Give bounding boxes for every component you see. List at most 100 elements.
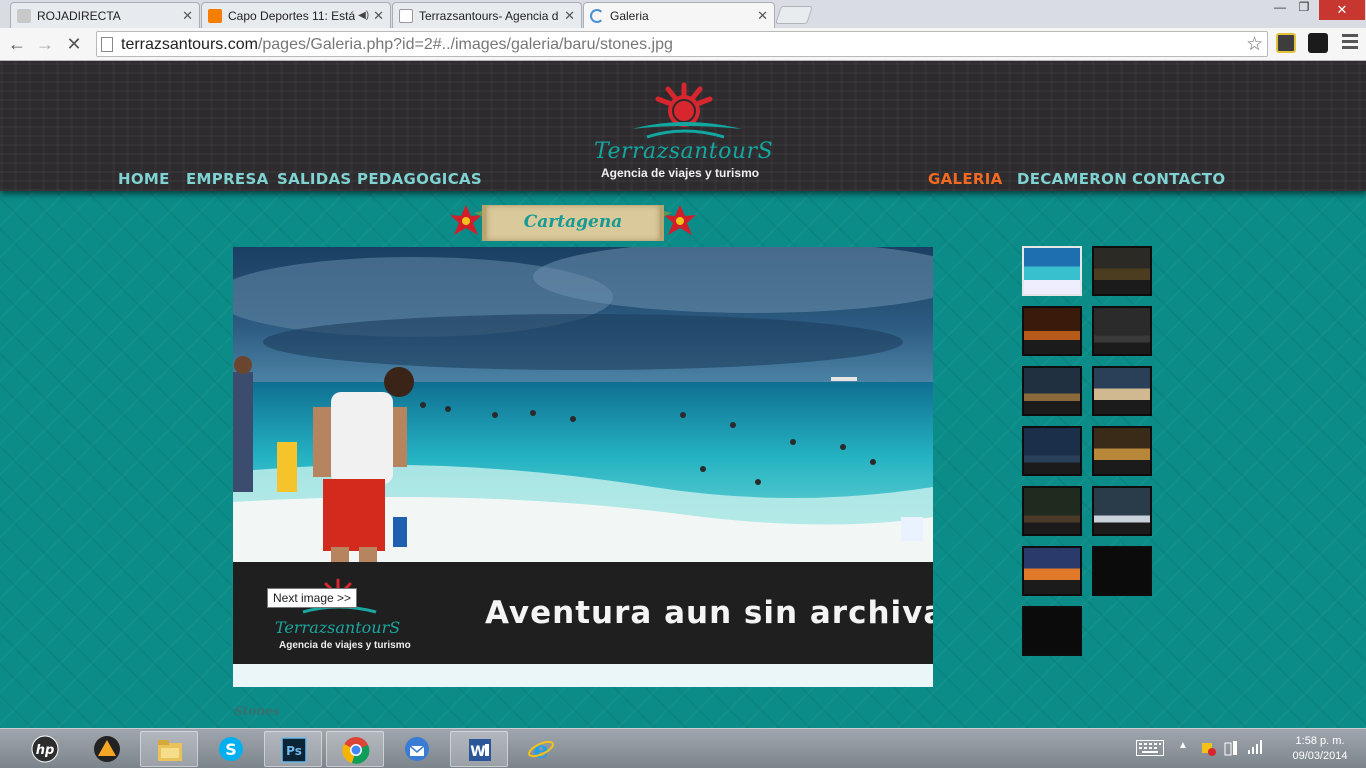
clock-date: 09/03/2014 [1292, 750, 1348, 762]
restore-button[interactable]: ❐ [1292, 0, 1316, 20]
page-favicon-icon [17, 8, 31, 23]
extension-hand-icon[interactable] [1308, 33, 1328, 53]
file-explorer-button[interactable] [140, 731, 198, 767]
stop-loading-button[interactable]: ✕ [63, 33, 85, 55]
clock-time: 1:58 p. m. [1295, 735, 1345, 747]
nav-galeria[interactable]: GALERIA [928, 170, 1003, 188]
internet-explorer-button[interactable]: e [512, 731, 570, 767]
logo-brand-text: TerrazsantourS [594, 139, 774, 164]
tab-title: Galeria [610, 8, 649, 23]
network-signal-icon[interactable] [1248, 740, 1264, 757]
url-host: terrazsantours.com [121, 36, 258, 53]
site-logo[interactable]: TerrazsantourS Agencia de viajes y turis… [592, 79, 777, 184]
speaker-icon: ◀) [358, 10, 370, 21]
loading-spinner-icon [590, 8, 604, 23]
thunderbird-button[interactable] [388, 731, 446, 767]
website-viewport: HOME EMPRESA SALIDAS PEDAGOGICAS GALERIA… [0, 61, 1366, 728]
new-tab-button[interactable] [775, 6, 813, 24]
aimp-icon [94, 736, 120, 762]
gallery-thumbnail[interactable] [1092, 366, 1152, 416]
thunderbird-icon [405, 737, 429, 761]
folder-icon [158, 740, 182, 761]
minimize-button[interactable]: — [1268, 0, 1292, 20]
close-icon[interactable]: ✕ [757, 8, 768, 24]
tab-rojadirecta[interactable]: ROJADIRECTA ✕ [10, 2, 200, 28]
show-hidden-icons-button[interactable]: ▲ [1178, 740, 1188, 751]
gallery-thumbnail[interactable] [1022, 546, 1082, 596]
photo-banner: TerrazsantourS Agencia de viajes y turis… [233, 562, 933, 664]
close-icon[interactable]: ✕ [373, 8, 384, 24]
word-icon: W [469, 739, 491, 761]
extension-icon[interactable] [1276, 33, 1296, 53]
tab-title: Terrazsantours- Agencia d [419, 8, 559, 23]
photoshop-icon: Ps [281, 737, 307, 763]
gallery-thumbnail[interactable] [1022, 246, 1082, 296]
svg-text:hp: hp [36, 743, 55, 758]
sun-logo-icon [632, 82, 742, 139]
tab-galeria[interactable]: Galeria ✕ [583, 2, 775, 28]
image-caption: Stones [234, 704, 280, 718]
svg-text:e: e [533, 735, 548, 763]
gallery-thumbnail[interactable] [1092, 306, 1152, 356]
blogger-icon [208, 8, 222, 23]
next-image-tooltip: Next image >> [267, 588, 358, 608]
photoshop-button[interactable]: Ps [264, 731, 322, 767]
url-path: /pages/Galeria.php?id=2#../images/galeri… [257, 36, 673, 53]
gallery-thumbnail[interactable] [1022, 366, 1082, 416]
nav-empresa[interactable]: EMPRESA [186, 170, 268, 188]
gallery-thumbnail[interactable] [1022, 486, 1082, 536]
gallery-thumbnail[interactable] [1022, 606, 1082, 656]
gallery-title-ribbon: Cartagena [448, 201, 698, 245]
internet-explorer-icon: e [528, 735, 554, 763]
nav-salidas-pedagogicas[interactable]: SALIDAS PEDAGOGICAS [277, 170, 482, 188]
gallery-main-image[interactable]: TerrazsantourS Agencia de viajes y turis… [233, 247, 933, 687]
skype-icon: S [219, 737, 243, 761]
bookmark-star-icon[interactable]: ☆ [1246, 33, 1263, 56]
gallery-thumbnail[interactable] [1092, 246, 1152, 296]
banner-text: Aventura aun sin archivar [485, 595, 933, 631]
close-icon[interactable]: ✕ [182, 8, 193, 24]
action-center-icon[interactable] [1200, 740, 1216, 759]
tab-capo-deportes[interactable]: Capo Deportes 11: Está ◀) ✕ [201, 2, 391, 28]
banner-tagline: Agencia de viajes y turismo [279, 640, 411, 651]
windows-taskbar: hp S Ps W e ▲ 1:58 p. m. 09/03/2014 [0, 728, 1366, 768]
svg-text:Ps: Ps [286, 744, 302, 758]
hp-icon: hp [31, 735, 59, 763]
nav-decameron[interactable]: DECAMERON [1017, 170, 1127, 188]
back-button[interactable]: ← [6, 33, 28, 55]
tab-title: Capo Deportes 11: Está [228, 8, 356, 23]
gallery-thumbnail[interactable] [1092, 426, 1152, 476]
page-icon [399, 8, 413, 23]
gallery-thumbnail[interactable] [1022, 426, 1082, 476]
nav-home[interactable]: HOME [118, 170, 170, 188]
hp-button[interactable]: hp [16, 731, 74, 767]
system-clock[interactable]: 1:58 p. m. 09/03/2014 [1280, 734, 1360, 764]
tab-terrazsantours[interactable]: Terrazsantours- Agencia d ✕ [392, 2, 582, 28]
gallery-thumbnail[interactable] [1092, 486, 1152, 536]
svg-text:S: S [225, 740, 237, 759]
tab-title: ROJADIRECTA [37, 8, 121, 23]
banner-brand: TerrazsantourS [275, 618, 401, 637]
svg-text:W: W [470, 744, 485, 760]
aimp-button[interactable] [78, 731, 136, 767]
keyboard-icon[interactable] [1136, 740, 1164, 759]
forward-button[interactable]: → [34, 33, 56, 55]
url-text: terrazsantours.com/pages/Galeria.php?id=… [121, 36, 673, 54]
address-bar[interactable]: terrazsantours.com/pages/Galeria.php?id=… [96, 31, 1268, 57]
chrome-button[interactable] [326, 731, 384, 767]
close-icon[interactable]: ✕ [564, 8, 575, 24]
chrome-menu-icon[interactable] [1342, 34, 1358, 52]
logo-tagline: Agencia de viajes y turismo [601, 166, 760, 180]
site-header: HOME EMPRESA SALIDAS PEDAGOGICAS GALERIA… [0, 61, 1366, 191]
gallery-thumbnail[interactable] [1022, 306, 1082, 356]
photo-bottom-strip [233, 664, 933, 687]
nav-contacto[interactable]: CONTACTO [1132, 170, 1225, 188]
skype-button[interactable]: S [202, 731, 260, 767]
window-close-button[interactable]: ✕ [1319, 0, 1365, 20]
gallery-thumbnail[interactable] [1092, 546, 1152, 596]
section-title: Cartagena [523, 212, 623, 232]
page-info-icon[interactable] [101, 37, 113, 52]
word-button[interactable]: W [450, 731, 508, 767]
power-icon[interactable] [1224, 739, 1238, 760]
browser-toolbar: ← → ✕ terrazsantours.com/pages/Galeria.p… [0, 28, 1366, 61]
